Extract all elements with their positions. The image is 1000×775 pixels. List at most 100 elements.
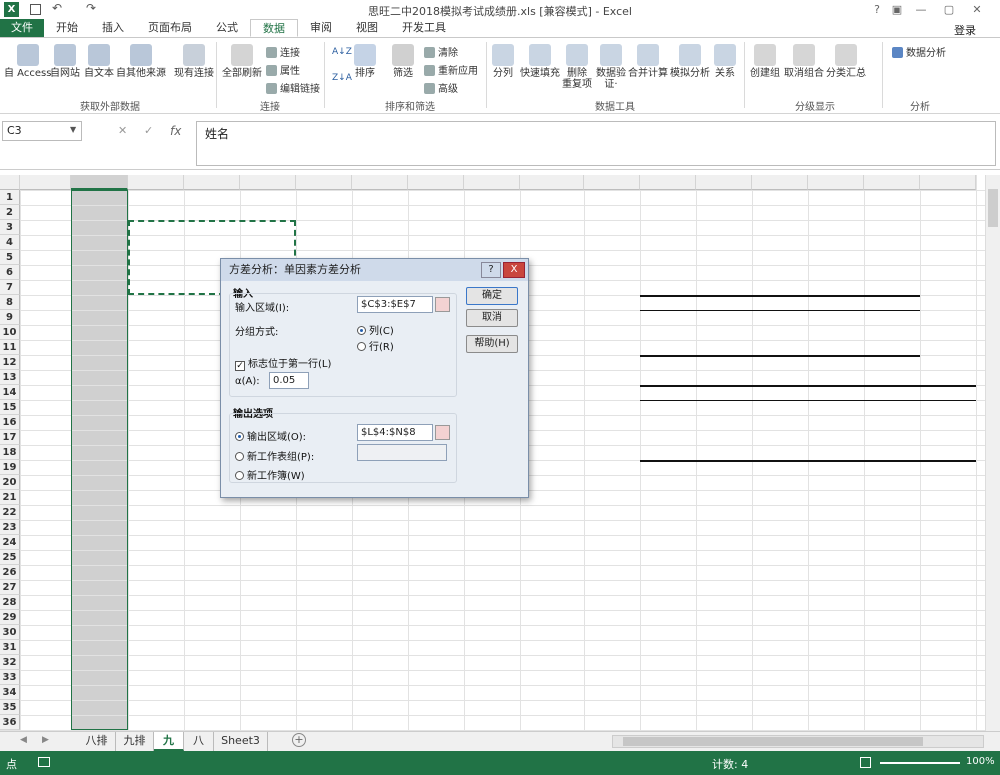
- help-button[interactable]: 帮助(H): [466, 335, 518, 353]
- table-cell[interactable]: [354, 236, 406, 250]
- table-cell[interactable]: [466, 551, 518, 565]
- table-cell[interactable]: [410, 686, 462, 700]
- table-cell[interactable]: [130, 521, 182, 535]
- table-cell[interactable]: [298, 521, 350, 535]
- table-cell[interactable]: [410, 626, 462, 640]
- column-header-h[interactable]: [408, 175, 464, 190]
- radio-columns[interactable]: 列(C): [357, 322, 394, 337]
- table-cell[interactable]: [22, 266, 69, 280]
- table-cell[interactable]: [186, 656, 238, 670]
- table-cell[interactable]: [298, 581, 350, 595]
- table-cell[interactable]: [242, 626, 294, 640]
- table-cell[interactable]: [130, 416, 182, 430]
- row-header[interactable]: 21: [0, 490, 20, 505]
- row-header[interactable]: 6: [0, 265, 20, 280]
- table-cell[interactable]: [186, 506, 238, 520]
- table-cell[interactable]: [242, 596, 294, 610]
- table-cell[interactable]: [410, 236, 462, 250]
- table-cell[interactable]: [22, 536, 69, 550]
- table-cell[interactable]: [522, 626, 582, 640]
- from-other-sources-button[interactable]: 自其他来源: [116, 44, 166, 79]
- table-cell[interactable]: [354, 521, 406, 535]
- table-cell[interactable]: [130, 326, 182, 340]
- table-cell[interactable]: [22, 551, 69, 565]
- table-cell[interactable]: [522, 326, 582, 340]
- table-cell[interactable]: [466, 521, 518, 535]
- table-cell[interactable]: [22, 491, 69, 505]
- add-sheet-icon[interactable]: +: [292, 733, 306, 747]
- table-cell[interactable]: [466, 656, 518, 670]
- table-cell[interactable]: [410, 536, 462, 550]
- table-cell[interactable]: [242, 611, 294, 625]
- table-cell[interactable]: [242, 701, 294, 715]
- table-cell[interactable]: [22, 611, 69, 625]
- table-cell[interactable]: [354, 671, 406, 685]
- macro-record-icon[interactable]: [38, 757, 50, 767]
- table-cell[interactable]: [130, 386, 182, 400]
- table-cell[interactable]: [22, 386, 69, 400]
- column-header-l[interactable]: [640, 175, 696, 190]
- table-cell[interactable]: [186, 626, 238, 640]
- prev-sheet-icon[interactable]: ◀: [20, 735, 27, 745]
- radio-output-range[interactable]: 输出区域(O):: [235, 428, 306, 443]
- table-cell[interactable]: [186, 536, 238, 550]
- table-cell[interactable]: [522, 251, 582, 265]
- table-cell[interactable]: [522, 716, 582, 730]
- row-header[interactable]: 2: [0, 205, 20, 220]
- table-cell[interactable]: [130, 656, 182, 670]
- refresh-all-button[interactable]: 全部刷新: [222, 44, 262, 79]
- table-cell[interactable]: [298, 566, 350, 580]
- table-cell[interactable]: [466, 611, 518, 625]
- flash-fill-button[interactable]: 快速填充: [520, 44, 560, 79]
- ungroup-button[interactable]: 取消组合: [784, 44, 824, 79]
- table-cell[interactable]: [130, 716, 182, 730]
- table-cell[interactable]: [522, 656, 582, 670]
- table-cell[interactable]: [410, 596, 462, 610]
- zoom-slider[interactable]: [880, 762, 960, 764]
- alpha-field[interactable]: 0.05: [269, 372, 309, 389]
- table-cell[interactable]: [130, 536, 182, 550]
- radio-rows[interactable]: 行(R): [357, 338, 394, 353]
- table-cell[interactable]: [466, 671, 518, 685]
- column-heading-cell[interactable]: [186, 206, 238, 220]
- table-cell[interactable]: [466, 221, 518, 235]
- table-cell[interactable]: [410, 221, 462, 235]
- table-cell[interactable]: [242, 536, 294, 550]
- scroll-thumb[interactable]: [988, 189, 998, 227]
- radio-new-workbook[interactable]: 新工作簿(W): [235, 467, 305, 482]
- row-header[interactable]: 13: [0, 370, 20, 385]
- table-cell[interactable]: [130, 701, 182, 715]
- table-cell[interactable]: [22, 221, 69, 235]
- table-cell[interactable]: [22, 296, 69, 310]
- cancel-icon[interactable]: ✕: [118, 124, 127, 137]
- table-cell[interactable]: [22, 626, 69, 640]
- table-cell[interactable]: [22, 521, 69, 535]
- remove-duplicates-button[interactable]: 删除 重复项: [562, 44, 592, 90]
- column-heading-cell[interactable]: [410, 206, 462, 220]
- existing-connections-button[interactable]: 现有连接: [174, 44, 214, 79]
- table-cell[interactable]: [242, 641, 294, 655]
- row-header[interactable]: 17: [0, 430, 20, 445]
- table-cell[interactable]: [410, 716, 462, 730]
- row-header[interactable]: 18: [0, 445, 20, 460]
- table-cell[interactable]: [466, 536, 518, 550]
- table-cell[interactable]: [298, 596, 350, 610]
- table-cell[interactable]: [522, 611, 582, 625]
- row-header[interactable]: 16: [0, 415, 20, 430]
- table-cell[interactable]: [522, 671, 582, 685]
- tab-file[interactable]: 文件: [0, 19, 44, 37]
- tab-page-layout[interactable]: 页面布局: [136, 19, 204, 37]
- column-heading-cell[interactable]: [22, 206, 69, 220]
- table-cell[interactable]: [298, 716, 350, 730]
- from-access-button[interactable]: 自 Access: [4, 44, 51, 79]
- text-to-columns-button[interactable]: 分列: [492, 44, 514, 79]
- table-cell[interactable]: [466, 641, 518, 655]
- row-header[interactable]: 34: [0, 685, 20, 700]
- properties-button[interactable]: 属性: [266, 62, 300, 77]
- table-cell[interactable]: [242, 551, 294, 565]
- from-web-button[interactable]: 自网站: [50, 44, 80, 79]
- sign-in-link[interactable]: 登录: [954, 22, 976, 38]
- table-cell[interactable]: [522, 371, 582, 385]
- sheet-tab[interactable]: 八: [184, 732, 214, 751]
- column-header-e[interactable]: [240, 175, 296, 190]
